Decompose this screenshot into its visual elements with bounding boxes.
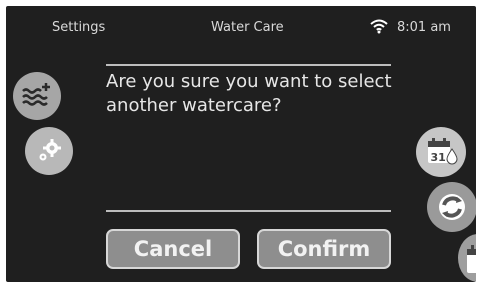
wifi-icon <box>370 19 388 34</box>
sync-glyph <box>439 194 465 220</box>
water-waves-icon <box>22 83 50 106</box>
sync-icon[interactable] <box>427 182 476 232</box>
confirm-message: Are you sure you want to select another … <box>106 71 392 116</box>
gear-icon[interactable] <box>25 127 73 175</box>
clock: 8:01 am <box>397 20 451 35</box>
dialog-divider-top <box>106 64 391 66</box>
water-care-add-icon[interactable] <box>13 72 61 120</box>
gears-glyph <box>39 139 61 161</box>
status-bar: Settings Water Care 8:01 am <box>6 6 476 46</box>
confirm-button[interactable]: Confirm <box>257 229 391 269</box>
page-title: Water Care <box>211 20 284 35</box>
calendar-icon[interactable] <box>458 234 476 282</box>
calendar-glyph <box>467 245 476 273</box>
settings-link[interactable]: Settings <box>52 20 105 35</box>
dialog-divider-bottom <box>106 210 391 212</box>
screen: Settings Water Care 8:01 am Are you sure… <box>6 6 476 282</box>
calendar-water-glyph: 31 <box>428 138 458 165</box>
calendar-day: 31 <box>431 151 446 164</box>
cancel-button[interactable]: Cancel <box>106 229 240 269</box>
calendar-water-icon[interactable]: 31 <box>416 127 466 177</box>
